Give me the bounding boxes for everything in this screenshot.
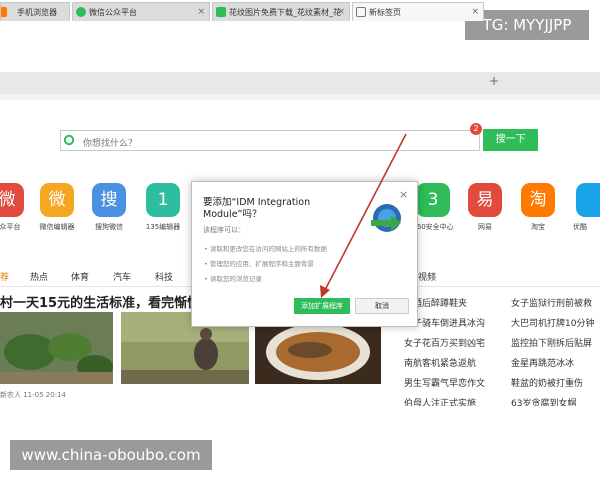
annotation-arrow-icon <box>320 133 407 298</box>
watermark-bottom: www.china-oboubo.com <box>10 440 212 470</box>
